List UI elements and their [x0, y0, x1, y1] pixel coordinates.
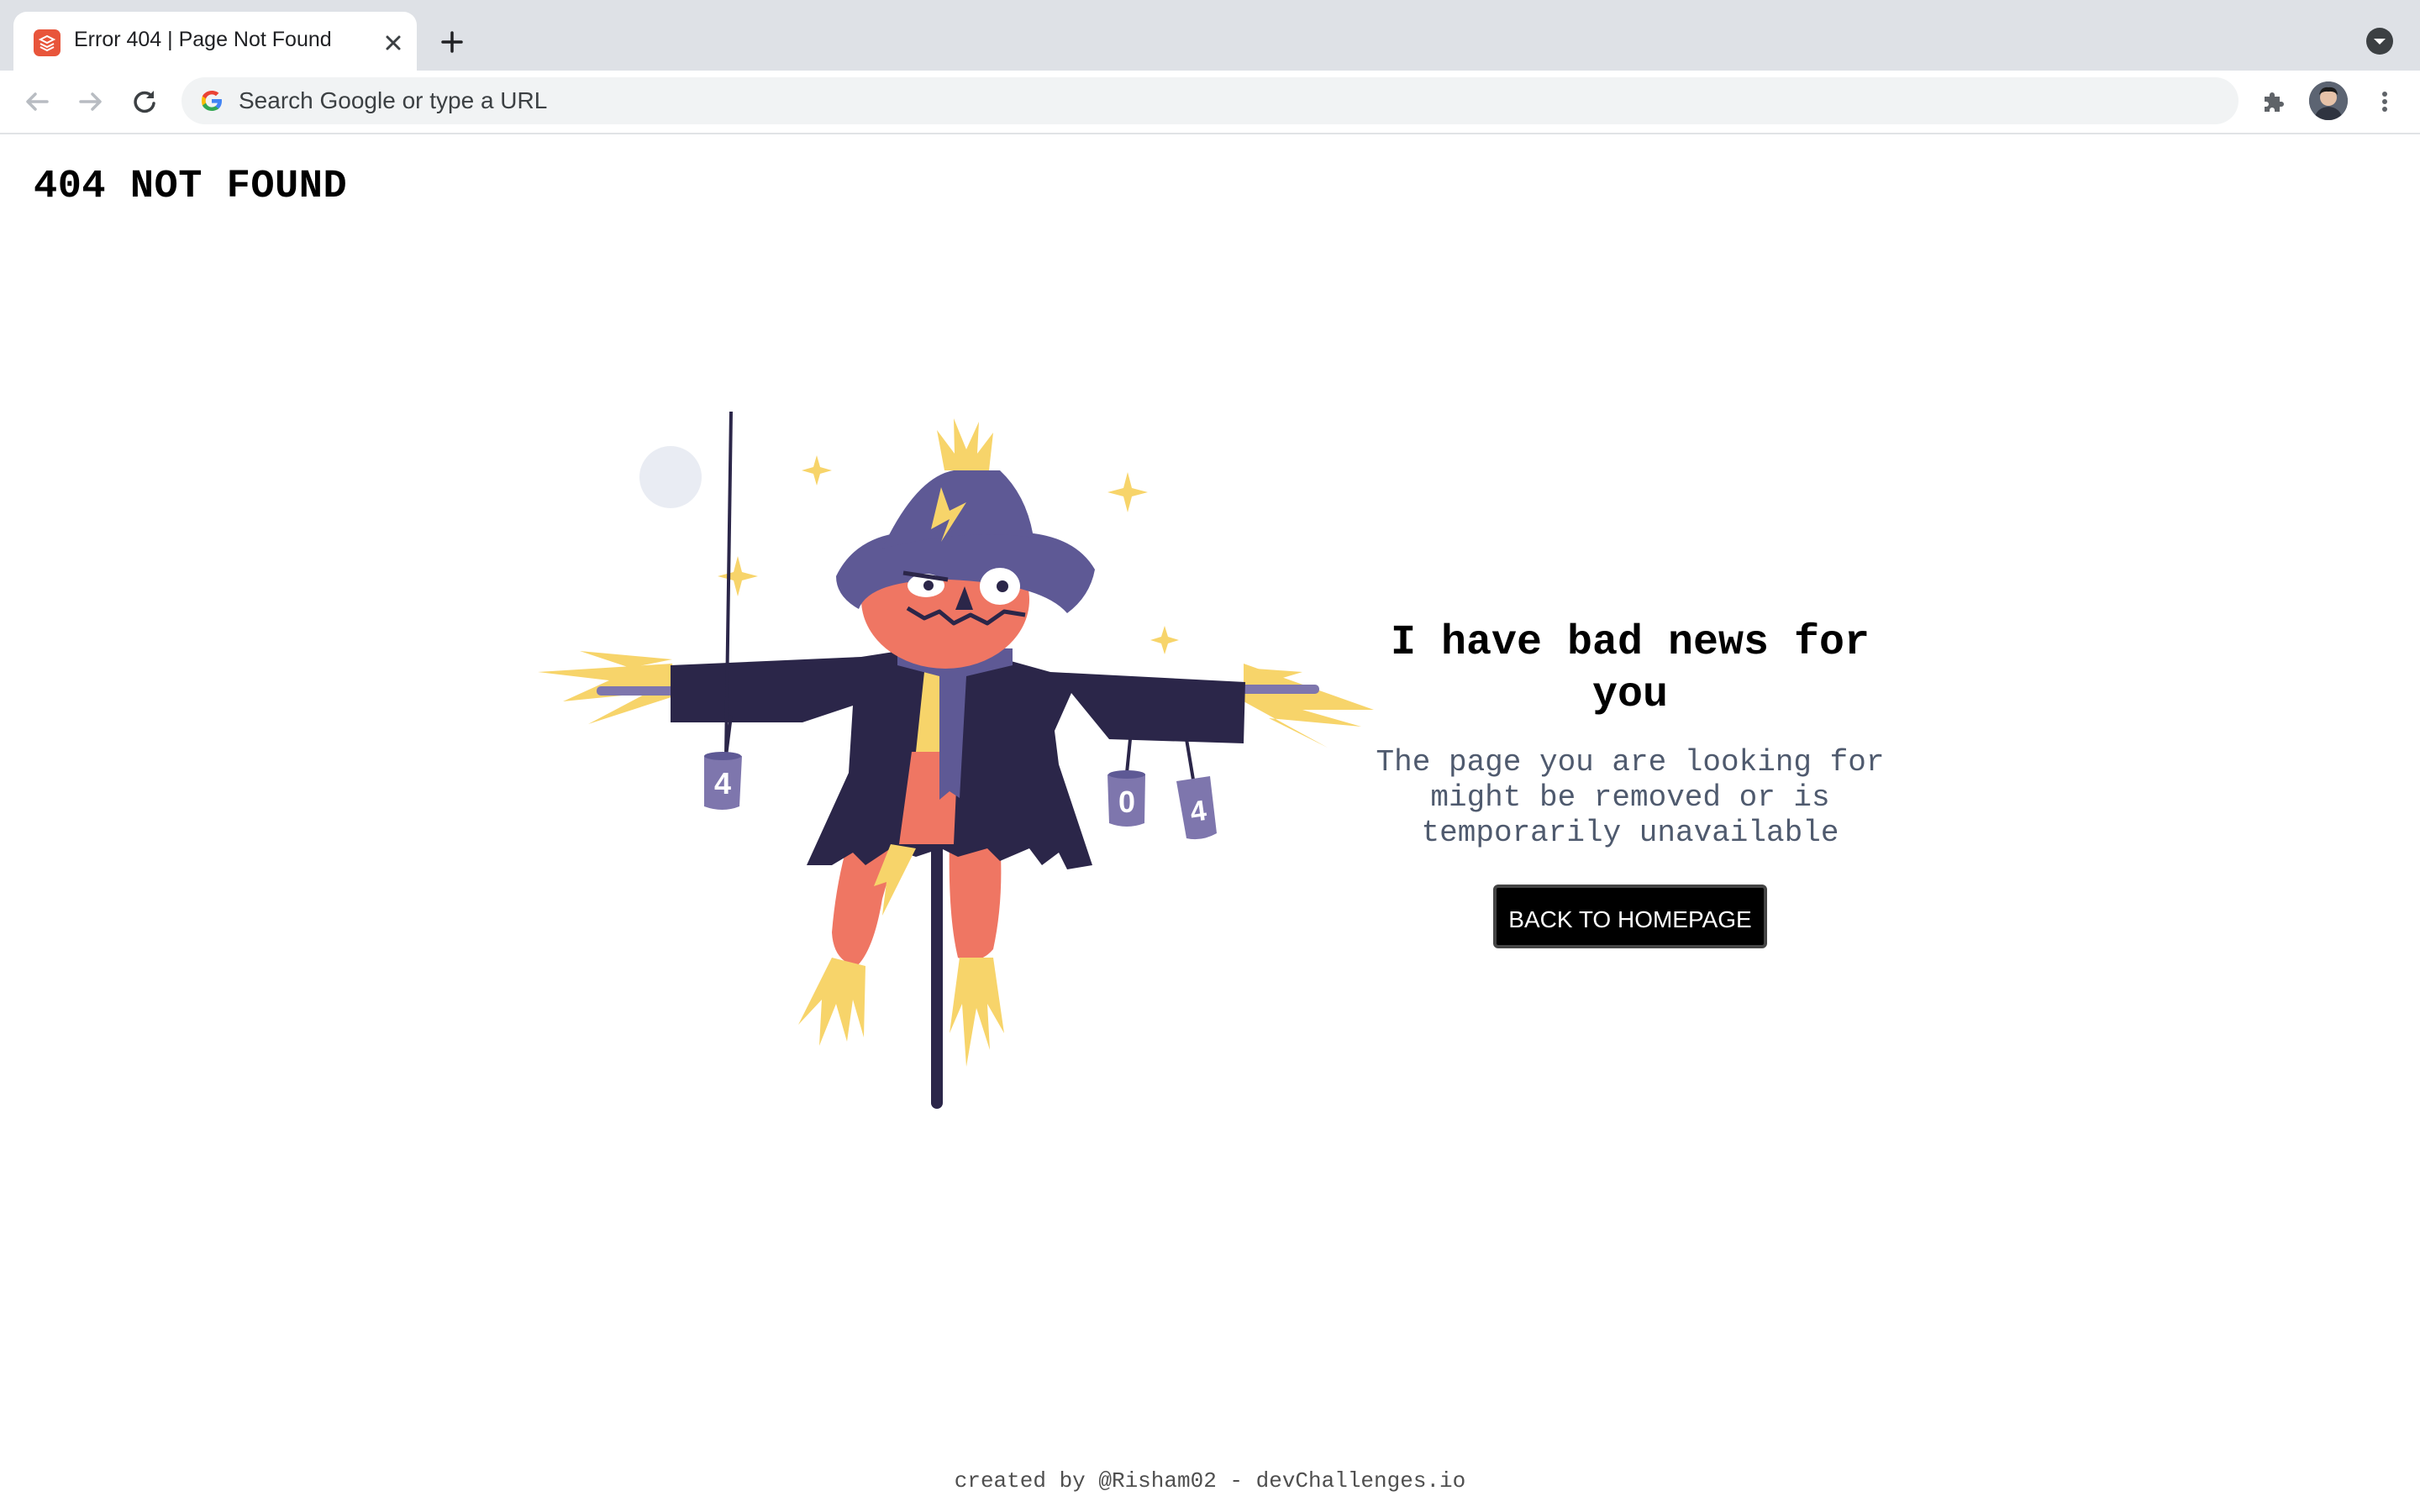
tab-strip: Error 404 | Page Not Found — [0, 0, 2420, 71]
plus-icon[interactable] — [434, 24, 471, 60]
puzzle-piece-icon[interactable] — [2257, 85, 2291, 118]
error-heading: I have bad news for you — [1390, 619, 1870, 719]
kebab-menu-icon[interactable] — [2368, 85, 2402, 118]
moon-shape — [639, 446, 702, 508]
omnibox[interactable] — [182, 77, 2238, 124]
reload-icon[interactable] — [126, 83, 163, 120]
chevron-down-circle-icon[interactable] — [2366, 28, 2393, 55]
can-left — [704, 412, 742, 810]
avatar[interactable] — [2309, 81, 2348, 120]
error-description: The page you are looking for might be re… — [1376, 745, 1885, 850]
browser-toolbar — [0, 71, 2420, 134]
scarecrow-illustration: 4 0 4 — [538, 412, 1374, 1109]
page-title: 404 NOT FOUND — [34, 165, 348, 209]
arrow-left-icon[interactable] — [18, 83, 55, 120]
error-message-panel: I have bad news for you The page you are… — [1370, 617, 1891, 948]
devchallenges-favicon-icon — [34, 29, 60, 56]
tab-title: Error 404 | Page Not Found — [74, 28, 332, 51]
can-label: 4 — [714, 766, 731, 801]
back-to-homepage-button[interactable]: BACK TO HOMEPAGE — [1493, 885, 1767, 948]
address-input[interactable] — [239, 77, 2171, 124]
arrow-right-icon[interactable] — [72, 83, 109, 120]
google-g-icon — [198, 87, 225, 114]
browser-tab[interactable]: Error 404 | Page Not Found — [13, 12, 417, 71]
footer-credit: created by @Risham02 - devChallenges.io — [954, 1468, 1466, 1494]
close-icon[interactable] — [376, 26, 410, 60]
can-label: 0 — [1118, 785, 1135, 819]
